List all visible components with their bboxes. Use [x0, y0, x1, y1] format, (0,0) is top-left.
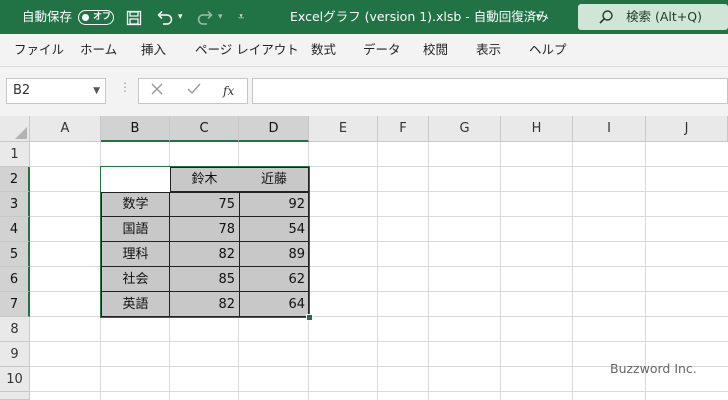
gridline [572, 142, 573, 400]
cell-b5[interactable]: 理科 [101, 242, 170, 267]
column-header-b[interactable]: B [101, 116, 170, 142]
column-header-c[interactable]: C [170, 116, 239, 142]
title-bar: 自動保存 オフ ▾ ▾ ⩡ Excelグラフ (version 1).xlsb … [0, 0, 728, 34]
row-header-4[interactable]: 4 [0, 217, 30, 242]
column-header-a[interactable]: A [30, 116, 101, 142]
menu-insert[interactable]: 挿入 [141, 34, 166, 66]
menu-bar: ファイル ホーム 挿入 ページ レイアウト 数式 データ 校閲 表示 ヘルプ [0, 34, 728, 66]
formula-buttons: fx [138, 78, 248, 104]
row-header-9[interactable]: 9 [0, 342, 30, 367]
autosave-label: 自動保存 [22, 9, 73, 24]
autosave-toggle[interactable]: オフ [78, 10, 114, 25]
cell-c3[interactable]: 75 [170, 192, 239, 217]
toggle-knob [82, 13, 89, 21]
cell-d6[interactable]: 62 [239, 267, 309, 292]
gridline [377, 142, 378, 400]
name-box-dropdown-icon[interactable]: ▼ [93, 79, 100, 103]
row-header-5[interactable]: 5 [0, 242, 30, 267]
gridline [30, 341, 728, 342]
worksheet-grid: A B C D E F G H I J 1 2 3 4 5 6 7 8 9 10… [0, 116, 728, 400]
menu-home[interactable]: ホーム [80, 34, 117, 66]
row-header-3[interactable]: 3 [0, 192, 30, 217]
redo-icon[interactable] [196, 0, 214, 34]
cell-c5[interactable]: 82 [170, 242, 239, 267]
gridline [428, 142, 429, 400]
formula-input[interactable] [252, 78, 728, 104]
cell-d7[interactable]: 64 [239, 292, 309, 317]
watermark: Buzzword Inc. [610, 361, 697, 376]
menu-view[interactable]: 表示 [476, 34, 501, 66]
name-box-value: B2 [13, 83, 31, 98]
column-header-f[interactable]: F [378, 116, 429, 142]
row-header-7[interactable]: 7 [0, 292, 30, 317]
formula-bar: B2 ▼ ⋮ fx [0, 66, 728, 117]
customize-toolbar-icon[interactable]: ⩡ [238, 0, 244, 34]
name-box[interactable]: B2 ▼ [6, 78, 106, 104]
title-dropdown-icon[interactable]: ▾ [536, 0, 541, 34]
menu-help[interactable]: ヘルプ [529, 34, 567, 66]
cell-b6[interactable]: 社会 [101, 267, 170, 292]
save-icon[interactable] [126, 0, 142, 34]
enter-check-icon[interactable] [186, 82, 202, 100]
column-header-j[interactable]: J [646, 116, 728, 142]
menu-file[interactable]: ファイル [14, 34, 64, 66]
column-header-h[interactable]: H [501, 116, 573, 142]
cell-c4[interactable]: 78 [170, 217, 239, 242]
gridline [500, 142, 501, 400]
file-title: Excelグラフ (version 1).xlsb - 自動回復済み [290, 9, 549, 24]
row-header-8[interactable]: 8 [0, 317, 30, 342]
cell-d5[interactable]: 89 [239, 242, 309, 267]
cancel-icon[interactable] [150, 82, 164, 100]
menu-review[interactable]: 校閲 [423, 34, 448, 66]
cell-d4[interactable]: 54 [239, 217, 309, 242]
more-options-icon[interactable]: ⋮ [119, 80, 131, 94]
cell-b2[interactable] [101, 167, 170, 192]
row-header-2[interactable]: 2 [0, 167, 30, 192]
search-label: 検索 (Alt+Q) [626, 9, 702, 24]
menu-page-layout[interactable]: ページ レイアウト [195, 34, 299, 66]
column-header-d[interactable]: D [239, 116, 309, 142]
column-header-g[interactable]: G [429, 116, 501, 142]
cell-b4[interactable]: 国語 [101, 217, 170, 242]
row-header-11[interactable] [0, 392, 30, 400]
column-header-i[interactable]: I [573, 116, 646, 142]
search-icon [598, 9, 614, 29]
row-header-1[interactable]: 1 [0, 142, 30, 167]
cell-d3[interactable]: 92 [239, 192, 309, 217]
cell-b7[interactable]: 英語 [101, 292, 170, 317]
undo-icon[interactable] [156, 0, 174, 34]
menu-formulas[interactable]: 数式 [311, 34, 336, 66]
select-all-corner[interactable] [0, 116, 30, 142]
menu-data[interactable]: データ [363, 34, 401, 66]
cell-c2[interactable]: 鈴木 [170, 167, 239, 192]
row-header-6[interactable]: 6 [0, 267, 30, 292]
cell-b3[interactable]: 数学 [101, 192, 170, 217]
row-header-10[interactable]: 10 [0, 367, 30, 392]
gridline [30, 391, 728, 392]
undo-dropdown-icon[interactable]: ▾ [178, 0, 183, 34]
toggle-label: オフ [93, 12, 112, 22]
cell-d2[interactable]: 近藤 [239, 167, 309, 192]
fill-handle[interactable] [306, 314, 313, 321]
redo-dropdown-icon[interactable]: ▾ [218, 0, 223, 34]
search-box[interactable]: 検索 (Alt+Q) [578, 4, 728, 30]
cell-c7[interactable]: 82 [170, 292, 239, 317]
insert-function-icon[interactable]: fx [223, 79, 234, 103]
cell-c6[interactable]: 85 [170, 267, 239, 292]
column-header-e[interactable]: E [309, 116, 378, 142]
